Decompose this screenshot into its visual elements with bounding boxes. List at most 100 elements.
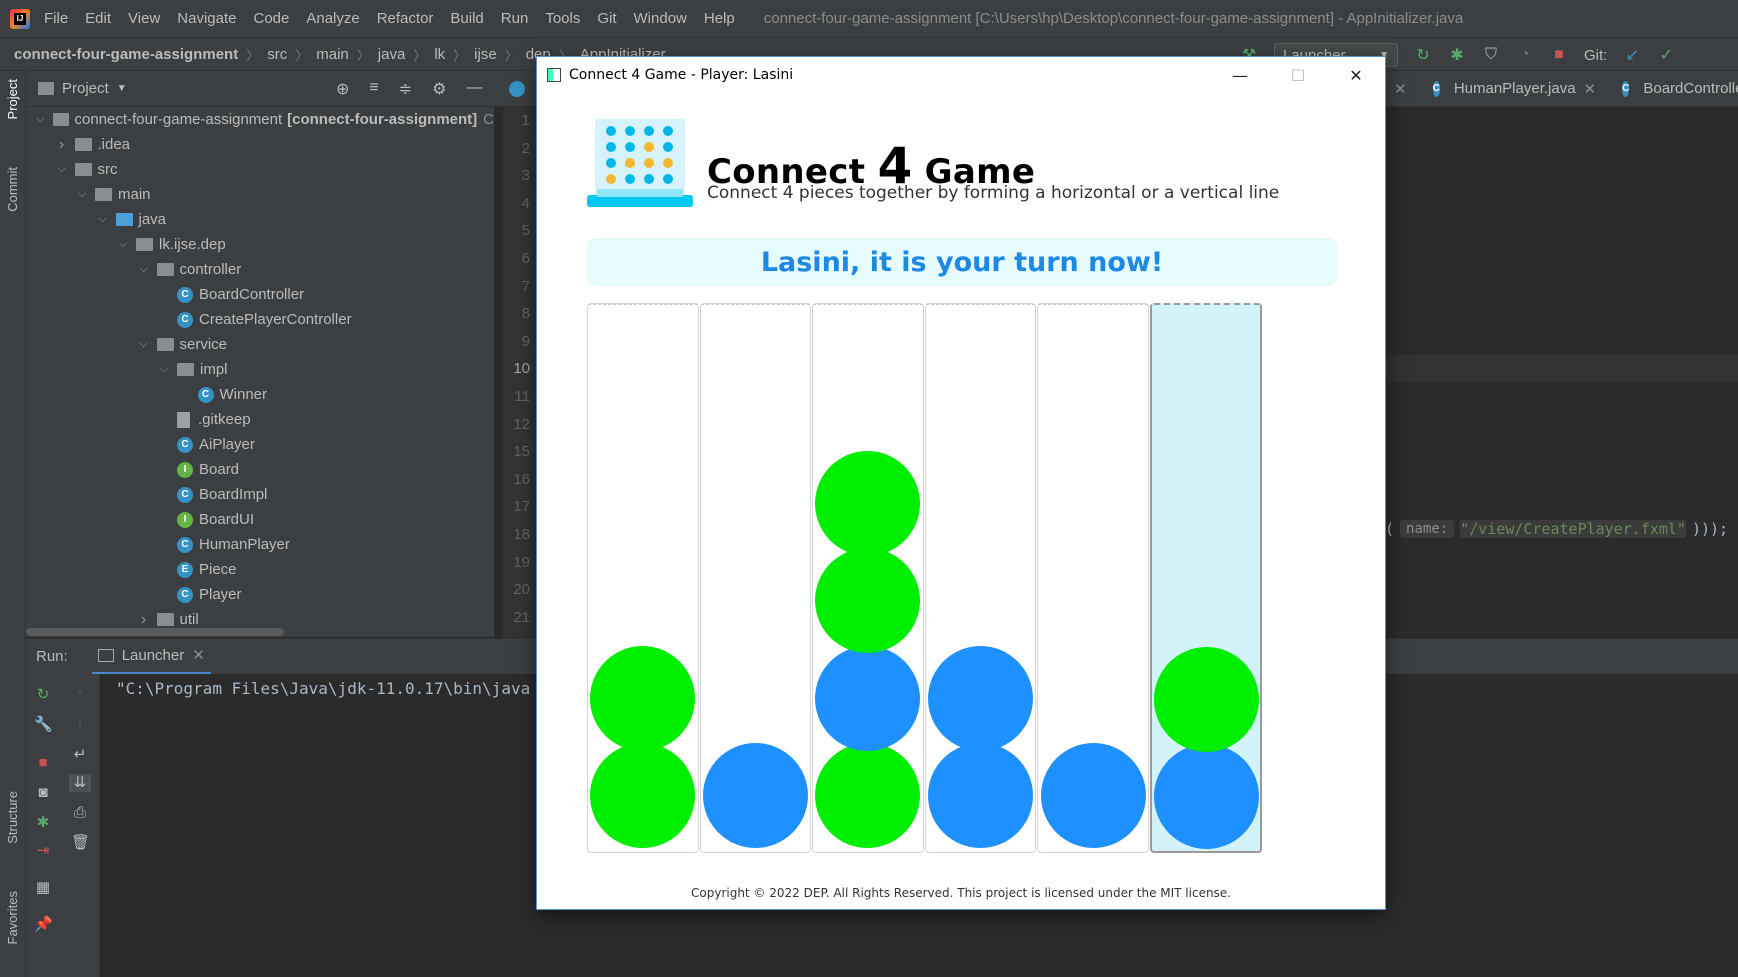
debug-bug-icon[interactable]: ✱ xyxy=(34,814,52,832)
tree-item[interactable]: › .idea xyxy=(26,132,494,157)
menu-help[interactable]: Help xyxy=(704,10,735,27)
rerun-icon[interactable]: ↻ xyxy=(1414,46,1432,64)
git-update-icon[interactable]: ↙ xyxy=(1623,46,1641,64)
chevron-down-icon[interactable]: ⌵ xyxy=(75,188,89,201)
menu-navigate[interactable]: Navigate xyxy=(177,10,236,27)
breadcrumb-java[interactable]: java xyxy=(370,46,414,63)
stop-icon[interactable]: ■ xyxy=(1550,46,1568,64)
tree-item-module-name: [connect-four-assignment] xyxy=(287,111,478,128)
menu-build[interactable]: Build xyxy=(450,10,483,27)
tree-horizontal-scrollbar[interactable] xyxy=(26,628,284,636)
login-exit-icon[interactable]: ⇥ xyxy=(34,842,52,860)
arrow-down-icon[interactable]: ↓ xyxy=(71,716,89,734)
close-button[interactable]: ✕ xyxy=(1327,57,1385,93)
tree-item[interactable]: ⌵ impl xyxy=(26,357,494,382)
tree-item[interactable]: C Player xyxy=(26,582,494,607)
menu-run[interactable]: Run xyxy=(501,10,529,27)
board-column-4[interactable] xyxy=(924,303,1037,853)
close-icon[interactable]: ✕ xyxy=(1584,80,1597,98)
chevron-down-icon[interactable]: ⌵ xyxy=(34,113,47,126)
project-panel-title[interactable]: Project xyxy=(62,80,109,97)
collapse-all-icon[interactable]: ≑ xyxy=(399,79,412,99)
board-column-1[interactable] xyxy=(587,303,699,853)
soft-wrap-icon[interactable]: ↵ xyxy=(71,746,89,764)
menu-edit[interactable]: Edit xyxy=(85,10,111,27)
tree-item[interactable]: I Board xyxy=(26,457,494,482)
menu-window[interactable]: Window xyxy=(634,10,687,27)
camera-icon[interactable]: ◙ xyxy=(34,784,52,802)
minimize-button[interactable]: — xyxy=(1211,57,1269,93)
print-icon[interactable]: ⎙ xyxy=(71,804,89,822)
chevron-down-icon[interactable]: ⌵ xyxy=(157,363,171,376)
tree-item[interactable]: ⌵ java xyxy=(26,207,494,232)
scroll-to-end-icon[interactable]: ⇊ xyxy=(69,774,91,792)
current-line-highlight xyxy=(1384,355,1738,382)
chevron-right-icon[interactable]: › xyxy=(55,136,69,154)
chevron-right-icon[interactable]: › xyxy=(137,611,151,629)
game-window-titlebar[interactable]: Connect 4 Game - Player: Lasini — ☐ ✕ xyxy=(537,57,1385,93)
chevron-down-icon[interactable]: ⌵ xyxy=(55,163,69,176)
locate-target-icon[interactable]: ⊕ xyxy=(336,79,349,99)
wrench-icon[interactable]: 🔧 xyxy=(34,716,53,734)
tree-item[interactable]: C HumanPlayer xyxy=(26,532,494,557)
board-column-3[interactable] xyxy=(812,303,924,853)
close-icon[interactable]: ✕ xyxy=(1394,80,1407,98)
arrow-up-icon[interactable]: ↑ xyxy=(71,686,89,704)
breadcrumb-src[interactable]: src xyxy=(259,46,295,63)
breadcrumb-lk[interactable]: lk xyxy=(426,46,453,63)
gear-icon[interactable]: ⚙ xyxy=(432,79,446,99)
menu-refactor[interactable]: Refactor xyxy=(377,10,434,27)
tool-window-favorites[interactable]: Favorites xyxy=(5,891,20,944)
breadcrumb-project[interactable]: connect-four-game-assignment xyxy=(0,46,246,63)
menu-git[interactable]: Git xyxy=(597,10,616,27)
tab-boardcontroller[interactable]: BoardController. xyxy=(1643,80,1738,97)
breadcrumb-main[interactable]: main xyxy=(308,46,357,63)
chevron-down-icon[interactable]: ▼ xyxy=(117,83,127,94)
rerun-icon[interactable]: ↻ xyxy=(34,686,52,704)
tree-item[interactable]: ⌵ connect-four-game-assignment [connect-fo… xyxy=(26,107,494,132)
menu-code[interactable]: Code xyxy=(253,10,289,27)
tree-item[interactable]: C BoardImpl xyxy=(26,482,494,507)
tool-window-structure[interactable]: Structure xyxy=(5,791,20,844)
tree-item[interactable]: ⌵ main xyxy=(26,182,494,207)
trash-icon[interactable]: 🗑 xyxy=(71,834,90,852)
tree-item[interactable]: ⌵ service xyxy=(26,332,494,357)
expand-all-icon[interactable]: ≡ xyxy=(369,79,378,99)
board-column-6[interactable] xyxy=(1150,303,1262,853)
tree-item[interactable]: ⌵ src xyxy=(26,157,494,182)
menu-file[interactable]: File xyxy=(44,10,68,27)
chevron-down-icon[interactable]: ⌵ xyxy=(96,213,110,226)
pin-icon[interactable]: 📌 xyxy=(34,916,53,934)
tree-item[interactable]: E Piece xyxy=(26,557,494,582)
line-number: 11 xyxy=(514,387,530,405)
tree-item[interactable]: C Winner xyxy=(26,382,494,407)
board-column-5[interactable] xyxy=(1037,303,1149,853)
stop-icon[interactable]: ■ xyxy=(34,754,52,772)
tree-item[interactable]: ⌵ controller xyxy=(26,257,494,282)
chevron-down-icon[interactable]: ⌵ xyxy=(137,338,151,351)
coverage-shield-icon[interactable]: ⛉ xyxy=(1482,46,1500,64)
tool-window-commit[interactable]: Commit xyxy=(5,167,20,212)
tab-humanplayer[interactable]: HumanPlayer.java xyxy=(1454,80,1576,97)
tree-item[interactable]: C AiPlayer xyxy=(26,432,494,457)
tree-item[interactable]: C CreatePlayerController xyxy=(26,307,494,332)
git-commit-icon[interactable]: ✓ xyxy=(1657,46,1675,64)
tree-item[interactable]: C BoardController xyxy=(26,282,494,307)
close-icon[interactable]: ✕ xyxy=(192,646,205,664)
menu-tools[interactable]: Tools xyxy=(545,10,580,27)
menu-analyze[interactable]: Analyze xyxy=(306,10,359,27)
tree-item[interactable]: I BoardUI xyxy=(26,507,494,532)
run-tab-launcher[interactable]: Launcher ✕ xyxy=(91,639,211,675)
tree-item[interactable]: ⌵ lk.ijse.dep xyxy=(26,232,494,257)
debug-bug-icon[interactable]: ✱ xyxy=(1448,46,1466,64)
chevron-down-icon[interactable]: ⌵ xyxy=(116,238,130,251)
board-column-2[interactable] xyxy=(699,303,812,853)
menu-view[interactable]: View xyxy=(128,10,160,27)
breadcrumb-ijse[interactable]: ijse xyxy=(466,46,505,63)
layout-icon[interactable]: ▦ xyxy=(34,879,52,897)
chevron-down-icon[interactable]: ⌵ xyxy=(137,263,151,276)
tree-item[interactable]: .gitkeep xyxy=(26,407,494,432)
tool-window-project[interactable]: Project xyxy=(5,79,20,119)
profiler-icon[interactable]: ◔ xyxy=(1516,46,1534,64)
hide-minus-icon[interactable]: — xyxy=(467,79,483,99)
